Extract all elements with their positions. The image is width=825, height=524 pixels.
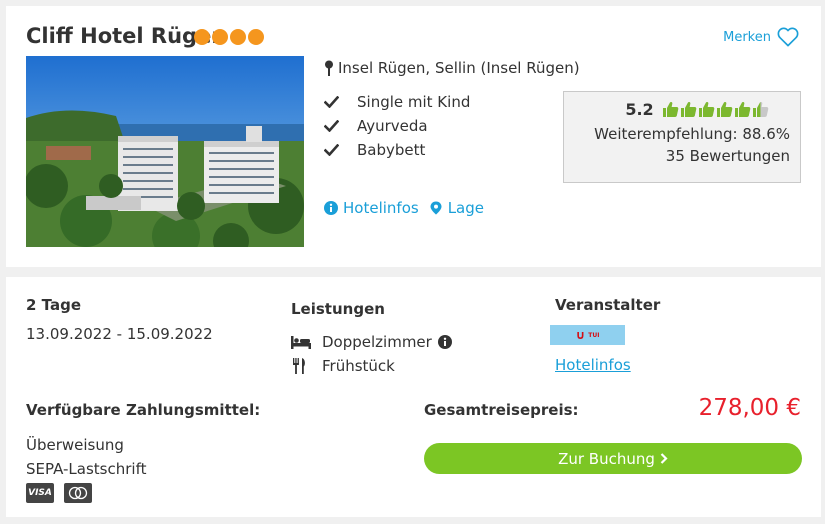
offer-card: 2 Tage 13.09.2022 - 15.09.2022 Leistunge…: [6, 277, 821, 517]
payment-methods: Überweisung SEPA-Lastschrift: [26, 433, 146, 481]
thumbs-up-icon: [662, 102, 678, 117]
services-heading: Leistungen: [291, 300, 385, 318]
feature-label: Babybett: [357, 141, 426, 159]
merken-label: Merken: [723, 29, 771, 45]
location-text: Insel Rügen, Sellin (Insel Rügen): [338, 59, 580, 77]
thumbs-up-icon: [716, 102, 732, 117]
chevron-right-icon: [660, 453, 668, 464]
hotel-location: Insel Rügen, Sellin (Insel Rügen): [324, 59, 580, 77]
list-item: SEPA-Lastschrift: [26, 460, 147, 478]
hotel-star-rating: [194, 29, 264, 45]
operator-heading: Veranstalter: [555, 296, 661, 314]
info-icon: [324, 201, 338, 215]
feature-label: Ayurveda: [357, 117, 428, 135]
hotelinfos-link[interactable]: Hotelinfos: [324, 199, 419, 217]
thumbs-up-icon: [752, 102, 768, 117]
hotel-card: Cliff Hotel Rügen Merken Insel Rügen, Se…: [6, 6, 821, 267]
location-marker-icon: [430, 201, 442, 215]
services-list: Doppelzimmer Frühstück: [291, 330, 452, 378]
payment-heading: Verfügbare Zahlungsmittel:: [26, 401, 261, 419]
thumbs-up-icon: [680, 102, 696, 117]
trip-dates: 13.09.2022 - 15.09.2022: [26, 325, 213, 343]
bed-icon: [291, 336, 311, 349]
check-icon: [324, 144, 339, 156]
star-icon: [194, 29, 210, 45]
thumbs-up-icon: [734, 102, 750, 117]
list-item: Überweisung: [26, 436, 124, 454]
rating-summary: 5.2: [604, 100, 790, 119]
mastercard-icon: [64, 483, 92, 503]
service-label: Doppelzimmer: [322, 333, 432, 351]
check-icon: [324, 96, 339, 108]
service-label: Frühstück: [322, 357, 395, 375]
merken-button[interactable]: Merken: [723, 27, 799, 47]
rating-score: 5.2: [625, 100, 654, 119]
lage-label: Lage: [447, 199, 484, 217]
thumbs-rating: [662, 101, 769, 118]
info-icon[interactable]: [437, 335, 452, 349]
cutlery-icon: [293, 358, 305, 374]
booking-button-label: Zur Buchung: [558, 449, 655, 468]
list-item: Frühstück: [291, 354, 452, 378]
list-item: Single mit Kind: [324, 90, 470, 114]
operator-logo-text: TUI: [588, 331, 600, 339]
tui-logo: ∪ TUI: [550, 325, 625, 345]
total-price: 278,00 €: [698, 395, 801, 421]
heart-icon: [777, 27, 799, 47]
hotel-photo[interactable]: [26, 56, 304, 247]
star-icon: [230, 29, 246, 45]
review-count[interactable]: 35 Bewertungen: [574, 147, 790, 165]
hotelinfos-label: Hotelinfos: [343, 199, 419, 217]
thumbs-up-icon: [698, 102, 714, 117]
star-icon: [248, 29, 264, 45]
star-icon: [212, 29, 228, 45]
hotel-info-links: Hotelinfos Lage: [324, 199, 484, 217]
lage-link[interactable]: Lage: [429, 199, 484, 217]
list-item: Ayurveda: [324, 114, 470, 138]
feature-label: Single mit Kind: [357, 93, 471, 111]
rating-box[interactable]: 5.2 Weiterempfehlung: 88.6% 35 Bewertung…: [563, 91, 801, 183]
card-icons: VISA: [26, 483, 92, 503]
trip-duration: 2 Tage: [26, 296, 81, 314]
recommendation-rate: Weiterempfehlung: 88.6%: [594, 125, 790, 143]
list-item: Babybett: [324, 138, 470, 162]
visa-icon: VISA: [26, 483, 54, 503]
operator-hotelinfos-link[interactable]: Hotelinfos: [555, 356, 631, 374]
visa-label: VISA: [28, 488, 52, 498]
check-icon: [324, 120, 339, 132]
booking-button[interactable]: Zur Buchung: [424, 443, 802, 474]
total-price-label: Gesamtreisepreis:: [424, 401, 579, 419]
list-item: Doppelzimmer: [291, 330, 452, 354]
map-pin-icon: [325, 60, 333, 76]
feature-list: Single mit Kind Ayurveda Babybett: [324, 90, 470, 162]
